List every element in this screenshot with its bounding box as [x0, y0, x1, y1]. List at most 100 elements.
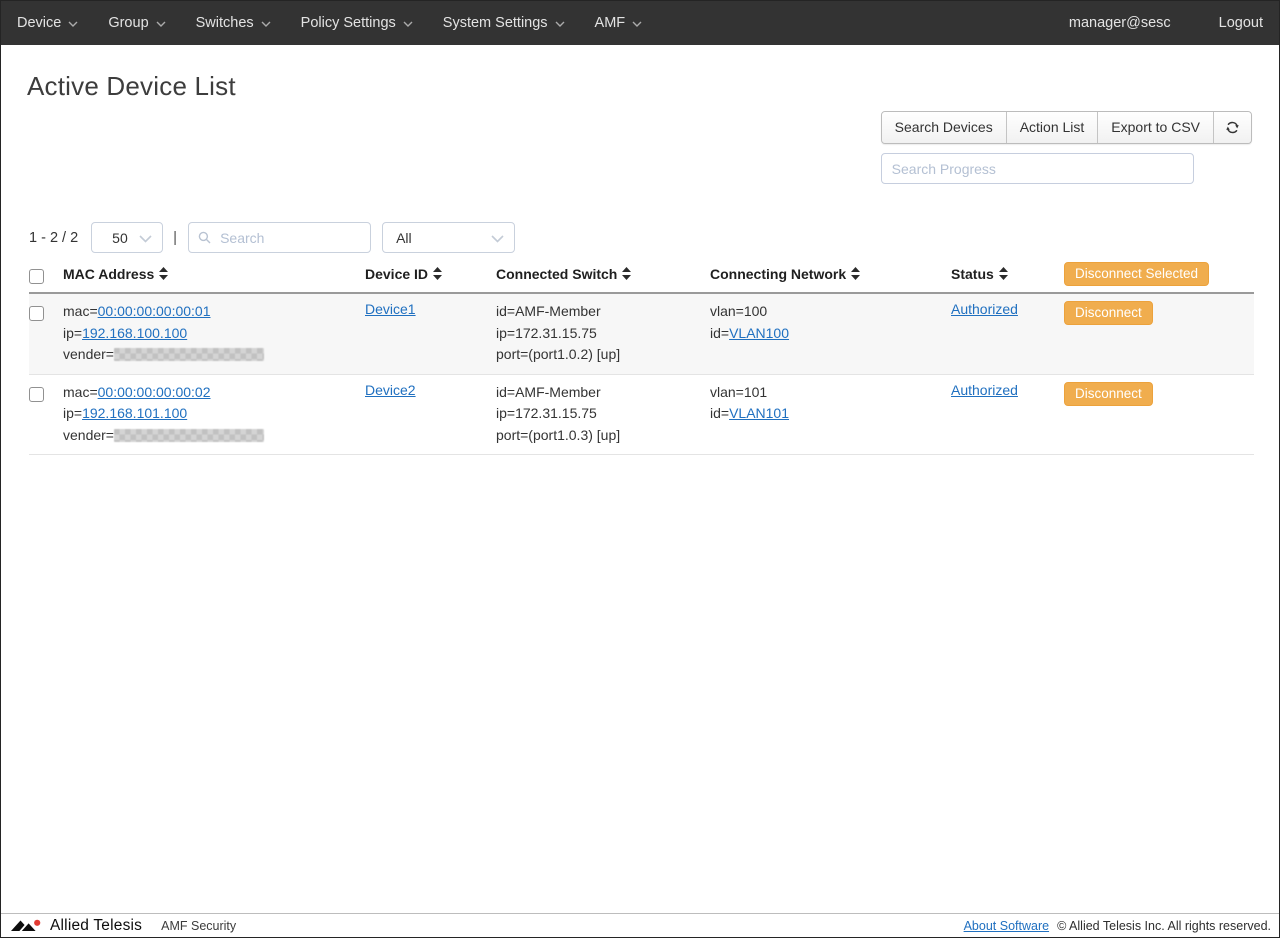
action-list-button[interactable]: Action List [1007, 112, 1099, 143]
nav-right: manager@sesc Logout [1069, 15, 1263, 31]
switch-port: port=(port1.0.2) [up] [496, 344, 710, 366]
brand: Allied Telesis AMF Security [10, 917, 236, 935]
table-row: mac=00:00:00:00:00:01 ip=192.168.100.100… [29, 294, 1254, 375]
disconnect-button[interactable]: Disconnect [1064, 301, 1153, 325]
logged-in-user: manager@sesc [1069, 15, 1171, 31]
nav-item-label: AMF [595, 15, 626, 31]
status-filter-value: All [396, 230, 412, 246]
copyright-text: © Allied Telesis Inc. All rights reserve… [1057, 919, 1271, 933]
action-button-group: Search Devices Action List Export to CSV [881, 111, 1252, 144]
nav-item-label: Device [17, 15, 61, 31]
search-icon [198, 231, 211, 244]
result-range: 1 - 2 / 2 [29, 230, 78, 246]
top-controls: Search Devices Action List Export to CSV [881, 111, 1252, 184]
mac-label: mac= [63, 303, 98, 319]
logout-button[interactable]: Logout [1219, 15, 1263, 31]
list-toolbar: 1 - 2 / 2 50 | All [29, 222, 515, 253]
page-size-value: 50 [112, 230, 128, 246]
nav-item-system-settings[interactable]: System Settings [443, 15, 565, 31]
mac-link[interactable]: 00:00:00:00:00:01 [98, 303, 211, 319]
vender-label: vender= [63, 346, 114, 362]
device-id-link[interactable]: Device2 [365, 382, 416, 398]
nav-item-label: Policy Settings [301, 15, 396, 31]
active-device-table: MAC Address Device ID Connected Switch C… [29, 258, 1254, 455]
select-all-checkbox[interactable] [29, 269, 44, 284]
footer: Allied Telesis AMF Security About Softwa… [1, 913, 1279, 937]
switch-ip: ip=172.31.15.75 [496, 403, 710, 425]
header-label: Connecting Network [710, 266, 846, 282]
nav-item-label: Switches [196, 15, 254, 31]
chevron-down-icon [261, 21, 271, 27]
header-label: Connected Switch [496, 266, 617, 282]
disconnect-button[interactable]: Disconnect [1064, 382, 1153, 406]
table-header-row: MAC Address Device ID Connected Switch C… [29, 258, 1254, 294]
export-csv-button[interactable]: Export to CSV [1098, 112, 1214, 143]
row-checkbox[interactable] [29, 387, 44, 402]
switch-id: id=AMF-Member [496, 382, 710, 404]
nav-menu: Device Group Switches Policy Settings Sy… [17, 15, 642, 31]
chevron-down-icon [139, 235, 152, 243]
row-checkbox[interactable] [29, 306, 44, 321]
device-id-link[interactable]: Device1 [365, 301, 416, 317]
chevron-down-icon [632, 21, 642, 27]
disconnect-selected-button[interactable]: Disconnect Selected [1064, 262, 1209, 286]
sort-icon [622, 267, 631, 280]
about-software-link[interactable]: About Software [964, 919, 1049, 933]
network-id-label: id= [710, 405, 729, 421]
ip-label: ip= [63, 405, 82, 421]
chevron-down-icon [68, 21, 78, 27]
header-device-id[interactable]: Device ID [365, 266, 496, 282]
switch-ip: ip=172.31.15.75 [496, 323, 710, 345]
network-id-link[interactable]: VLAN100 [729, 325, 789, 341]
nav-item-label: System Settings [443, 15, 548, 31]
search-devices-button[interactable]: Search Devices [882, 112, 1007, 143]
nav-item-group[interactable]: Group [108, 15, 165, 31]
chevron-down-icon [156, 21, 166, 27]
allied-telesis-logo-icon [10, 917, 44, 934]
header-connecting-network[interactable]: Connecting Network [710, 266, 951, 282]
table-row: mac=00:00:00:00:00:02 ip=192.168.101.100… [29, 375, 1254, 456]
table-search-input[interactable] [188, 222, 371, 253]
ip-label: ip= [63, 325, 82, 341]
page-title: Active Device List [27, 71, 236, 102]
search-progress-input[interactable] [881, 153, 1194, 184]
ip-link[interactable]: 192.168.101.100 [82, 405, 187, 421]
header-mac-address[interactable]: MAC Address [63, 266, 365, 282]
network-vlan: vlan=101 [710, 382, 951, 404]
table-search [188, 222, 371, 253]
ip-link[interactable]: 192.168.100.100 [82, 325, 187, 341]
nav-item-policy-settings[interactable]: Policy Settings [301, 15, 413, 31]
nav-item-amf[interactable]: AMF [595, 15, 643, 31]
status-filter-select[interactable]: All [382, 222, 515, 253]
nav-item-device[interactable]: Device [17, 15, 78, 31]
app-window: Device Group Switches Policy Settings Sy… [0, 0, 1280, 938]
brand-name: Allied Telesis [50, 917, 142, 935]
switch-port: port=(port1.0.3) [up] [496, 425, 710, 447]
header-status[interactable]: Status [951, 266, 1064, 282]
top-navbar: Device Group Switches Policy Settings Sy… [1, 1, 1279, 45]
chevron-down-icon [403, 21, 413, 27]
network-id-link[interactable]: VLAN101 [729, 405, 789, 421]
mac-link[interactable]: 00:00:00:00:00:02 [98, 384, 211, 400]
status-link[interactable]: Authorized [951, 301, 1018, 317]
refresh-button[interactable] [1214, 112, 1251, 143]
nav-item-switches[interactable]: Switches [196, 15, 271, 31]
page-size-select[interactable]: 50 [91, 222, 163, 253]
header-label: Device ID [365, 266, 428, 282]
switch-id: id=AMF-Member [496, 301, 710, 323]
header-label: MAC Address [63, 266, 154, 282]
network-vlan: vlan=100 [710, 301, 951, 323]
status-link[interactable]: Authorized [951, 382, 1018, 398]
sort-icon [851, 267, 860, 280]
mac-label: mac= [63, 384, 98, 400]
chevron-down-icon [555, 21, 565, 27]
chevron-down-icon [491, 235, 504, 243]
refresh-icon [1224, 119, 1241, 136]
vender-redacted-value [114, 348, 264, 361]
network-id-label: id= [710, 325, 729, 341]
sort-icon [999, 267, 1008, 280]
footer-right: About Software © Allied Telesis Inc. All… [964, 919, 1271, 933]
vender-redacted-value [114, 429, 264, 442]
nav-item-label: Group [108, 15, 148, 31]
header-connected-switch[interactable]: Connected Switch [496, 266, 710, 282]
